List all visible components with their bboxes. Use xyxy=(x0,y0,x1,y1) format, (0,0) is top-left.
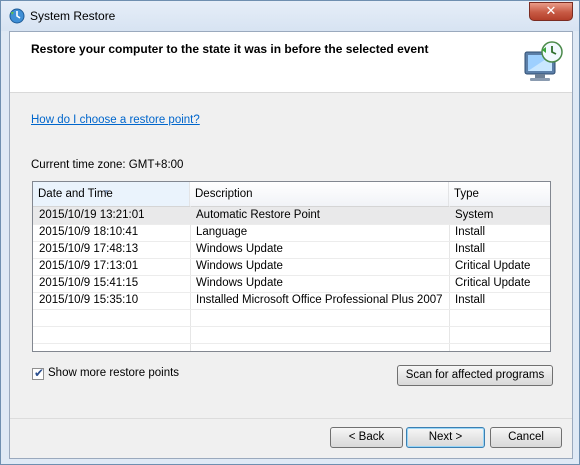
row-type: Install xyxy=(455,294,486,306)
column-header-type[interactable]: Type xyxy=(449,182,550,206)
system-restore-icon xyxy=(9,8,25,24)
back-button[interactable]: < Back xyxy=(330,427,403,448)
table-row[interactable]: 2015/10/19 13:21:01 Automatic Restore Po… xyxy=(33,207,550,224)
column-header-date[interactable]: ▼ Date and Time xyxy=(33,182,190,206)
system-restore-window: System Restore ✕ Restore your computer t… xyxy=(0,0,580,465)
row-date: 2015/10/9 17:13:01 xyxy=(39,260,139,272)
row-description: Windows Update xyxy=(196,243,283,255)
checkmark-icon: ✔ xyxy=(34,366,45,380)
table-row[interactable]: 2015/10/9 17:48:13 Windows Update Instal… xyxy=(33,241,550,258)
title-bar[interactable]: System Restore ✕ xyxy=(1,1,579,31)
footer-separator xyxy=(10,418,572,419)
row-date: 2015/10/19 13:21:01 xyxy=(39,209,145,221)
scan-affected-programs-button[interactable]: Scan for affected programs xyxy=(397,365,553,386)
sort-arrow-icon: ▼ xyxy=(103,189,110,196)
row-type: Critical Update xyxy=(455,277,531,289)
row-divider xyxy=(33,326,550,327)
row-description: Windows Update xyxy=(196,260,283,272)
table-row[interactable]: 2015/10/9 15:41:15 Windows Update Critic… xyxy=(33,275,550,292)
help-link[interactable]: How do I choose a restore point? xyxy=(31,114,200,126)
row-divider xyxy=(33,309,550,310)
close-button[interactable]: ✕ xyxy=(529,2,573,21)
computer-restore-icon xyxy=(524,41,563,81)
row-date: 2015/10/9 15:41:15 xyxy=(39,277,139,289)
row-type: Install xyxy=(455,226,486,238)
row-type: System xyxy=(455,209,494,221)
list-header: ▼ Date and Time Description Type xyxy=(33,182,550,207)
row-type: Critical Update xyxy=(455,260,531,272)
column-header-date-label: Date and Time xyxy=(38,188,113,200)
row-description: Installed Microsoft Office Professional … xyxy=(196,294,443,306)
row-divider xyxy=(33,343,550,344)
cancel-button[interactable]: Cancel xyxy=(490,427,562,448)
show-more-label: Show more restore points xyxy=(48,367,180,379)
table-row[interactable]: 2015/10/9 18:10:41 Language Install xyxy=(33,224,550,241)
row-type: Install xyxy=(455,243,486,255)
restore-points-list[interactable]: ▼ Date and Time Description Type 2015/10… xyxy=(32,181,551,352)
timezone-label: Current time zone: GMT+8:00 xyxy=(31,159,184,171)
table-row[interactable]: 2015/10/9 15:35:10 Installed Microsoft O… xyxy=(33,292,550,309)
next-button[interactable]: Next > xyxy=(406,427,485,448)
row-date: 2015/10/9 17:48:13 xyxy=(39,243,139,255)
checkbox-box[interactable]: ✔ xyxy=(32,366,45,380)
header-band: Restore your computer to the state it wa… xyxy=(10,32,572,93)
row-description: Language xyxy=(196,226,248,238)
dialog-content: Restore your computer to the state it wa… xyxy=(9,31,573,459)
column-header-description[interactable]: Description xyxy=(190,182,449,206)
row-description: Automatic Restore Point xyxy=(196,209,321,221)
row-date: 2015/10/9 15:35:10 xyxy=(39,294,139,306)
table-row[interactable]: 2015/10/9 17:13:01 Windows Update Critic… xyxy=(33,258,550,275)
row-description: Windows Update xyxy=(196,277,283,289)
window-title: System Restore xyxy=(30,9,116,23)
row-date: 2015/10/9 18:10:41 xyxy=(39,226,139,238)
header-title: Restore your computer to the state it wa… xyxy=(31,42,429,56)
